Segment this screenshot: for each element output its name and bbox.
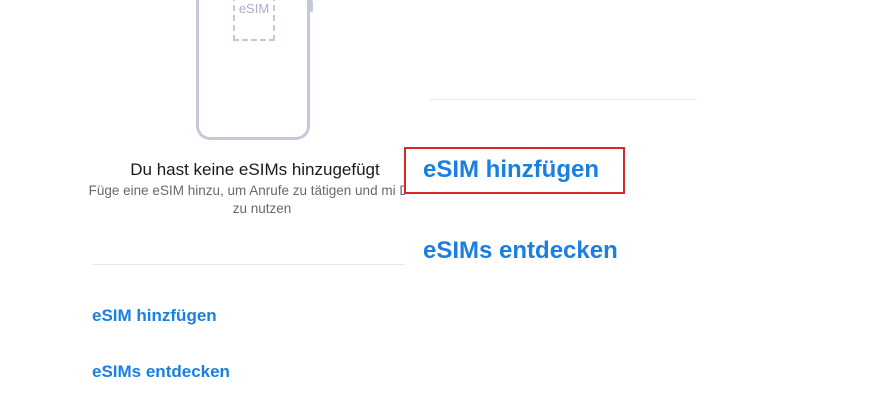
discover-esims-link[interactable]: eSIMs entdecken [92,362,230,382]
esim-chip-icon: eSIM [233,0,275,41]
zoom-add-esim-link[interactable]: eSIM hinzfügen [423,156,599,184]
esim-chip-label: eSIM [238,1,270,16]
empty-state-subtitle: Füge eine eSIM hinzu, um Anrufe zu tätig… [88,183,405,216]
add-esim-link[interactable]: eSIM hinzfügen [92,306,217,326]
phone-illustration: eSIM [196,0,313,140]
divider [92,264,405,265]
zoom-divider [430,99,697,100]
zoom-discover-esims-link[interactable]: eSIMs entdecken [423,237,618,265]
esim-screen: eSIM Du hast keine eSIMs hinzugefügt Füg… [0,0,405,400]
page: eSIM Du hast keine eSIMs hinzugefügt Füg… [0,0,879,400]
phone-side-button [309,0,313,12]
empty-state-title: Du hast keine eSIMs hinzugefügt [130,160,380,179]
